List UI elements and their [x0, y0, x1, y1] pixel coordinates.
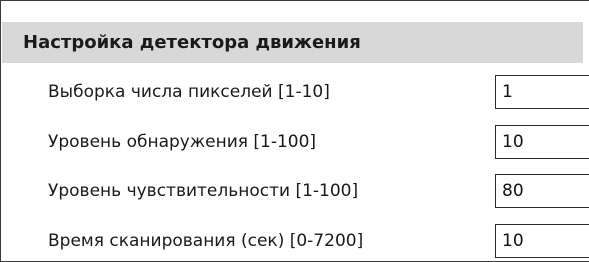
sensitivity-level-input[interactable]	[495, 174, 589, 208]
setting-row-pixel-sampling: Выборка числа пикселей [1-10]	[1, 75, 589, 109]
detection-level-label: Уровень обнаружения [1-100]	[48, 132, 317, 152]
scan-time-input[interactable]	[495, 224, 589, 258]
sensitivity-level-label: Уровень чувствительности [1-100]	[48, 181, 359, 201]
scan-time-label: Время сканирования (сек) [0-7200]	[48, 231, 364, 251]
pixel-sampling-input[interactable]	[495, 75, 589, 109]
setting-row-sensitivity-level: Уровень чувствительности [1-100]	[1, 174, 589, 208]
setting-row-detection-level: Уровень обнаружения [1-100]	[1, 125, 589, 159]
pixel-sampling-label: Выборка числа пикселей [1-10]	[48, 82, 330, 102]
detection-level-input[interactable]	[495, 125, 589, 159]
setting-row-scan-time: Время сканирования (сек) [0-7200]	[1, 224, 589, 258]
motion-detector-settings-panel: Настройка детектора движения Выборка чис…	[0, 0, 589, 262]
panel-title: Настройка детектора движения	[2, 22, 583, 63]
